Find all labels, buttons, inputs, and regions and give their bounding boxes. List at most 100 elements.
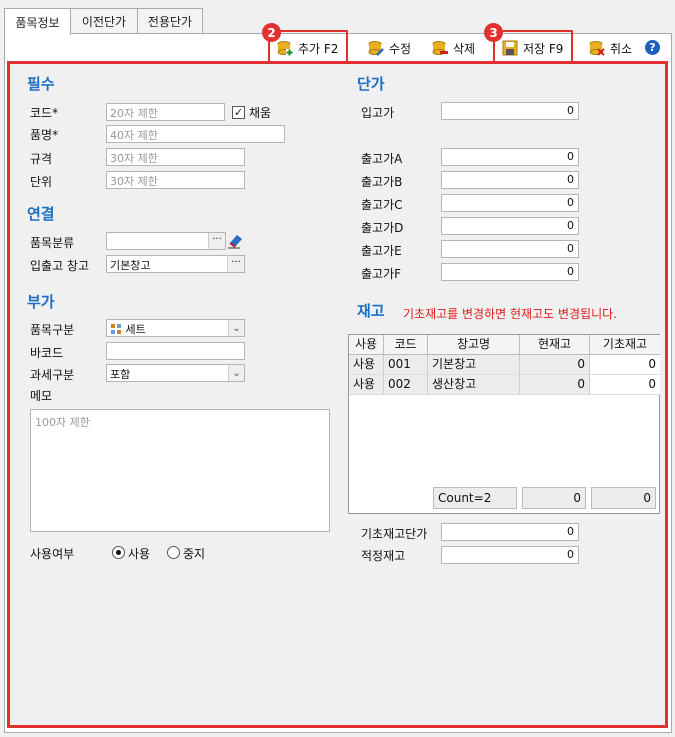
usage-label: 사용여부 <box>30 547 75 561</box>
out-price-d-input[interactable]: 0 <box>441 217 579 235</box>
name-label: 품명* <box>30 128 59 142</box>
out-price-b-input[interactable]: 0 <box>441 171 579 189</box>
proper-stock-input[interactable]: 0 <box>441 546 579 564</box>
tax-select[interactable]: 포함 ⌄ <box>106 364 245 382</box>
in-price-label: 입고가 <box>361 106 395 120</box>
cell-current: 0 <box>520 355 590 375</box>
out-price-a-label: 출고가A <box>361 152 403 166</box>
tax-label: 과세구분 <box>30 368 75 382</box>
out-price-c-input[interactable]: 0 <box>441 194 579 212</box>
footer-current-sum: 0 <box>522 487 586 509</box>
auto-fill-checkbox[interactable]: ✓ <box>232 106 245 119</box>
help-icon[interactable]: ? <box>645 40 660 55</box>
item-type-label: 품목구분 <box>30 323 75 337</box>
edit-button[interactable]: 수정 <box>368 37 411 59</box>
badge-save: 3 <box>484 23 503 42</box>
save-button[interactable]: 저장 F9 <box>502 37 563 59</box>
add-button[interactable]: 추가 F2 <box>277 37 338 59</box>
section-link-title: 연결 <box>27 205 55 223</box>
cell-base[interactable]: 0 <box>590 355 660 375</box>
base-price-label: 기초재고단가 <box>361 527 428 541</box>
cell-name: 기본창고 <box>428 355 520 375</box>
tab-item-info[interactable]: 품목정보 <box>4 8 71 35</box>
footer-base-sum: 0 <box>591 487 656 509</box>
memo-label: 메모 <box>30 389 53 403</box>
edit-db-icon <box>368 41 384 56</box>
code-label: 코드* <box>30 106 59 120</box>
set-grid-icon <box>111 324 121 334</box>
edit-label: 수정 <box>389 41 412 56</box>
barcode-label: 바코드 <box>30 346 64 360</box>
auto-fill-label: 채움 <box>249 106 272 120</box>
tab-label: 전용단가 <box>147 15 193 29</box>
delete-label: 삭제 <box>453 41 476 56</box>
spec-input[interactable]: 30자 제한 <box>106 148 245 166</box>
name-input[interactable]: 40자 제한 <box>106 125 285 143</box>
section-price-title: 단가 <box>357 75 385 93</box>
code-input[interactable]: 20자 제한 <box>106 103 225 121</box>
radio-use-label: 사용 <box>128 547 151 561</box>
footer-count: Count=2 <box>433 487 517 509</box>
item-type-value: 세트 <box>125 323 146 336</box>
add-db-icon <box>277 41 293 56</box>
delete-db-icon <box>432 41 448 55</box>
col-header-code[interactable]: 코드 <box>384 335 428 355</box>
out-price-f-label: 출고가F <box>361 267 402 281</box>
col-header-current[interactable]: 현재고 <box>520 335 590 355</box>
radio-stop-label: 중지 <box>183 547 206 561</box>
out-price-a-input[interactable]: 0 <box>441 148 579 166</box>
radio-use[interactable] <box>112 546 125 559</box>
unit-input[interactable]: 30자 제한 <box>106 171 245 189</box>
out-price-c-label: 출고가C <box>361 198 403 212</box>
base-price-input[interactable]: 0 <box>441 523 579 541</box>
stock-notice: 기초재고를 변경하면 현재고도 변경됩니다. <box>403 307 617 321</box>
col-header-base[interactable]: 기초재고 <box>590 335 660 355</box>
unit-label: 단위 <box>30 175 53 189</box>
in-price-input[interactable]: 0 <box>441 102 579 120</box>
cell-use[interactable]: 사용 <box>349 375 384 395</box>
memo-textarea[interactable]: 100자 제한 <box>30 409 330 532</box>
warehouse-browse-button[interactable]: ··· <box>227 256 244 272</box>
section-stock-title: 재고 <box>357 302 385 320</box>
col-header-name[interactable]: 창고명 <box>428 335 520 355</box>
warehouse-input[interactable]: 기본창고 <box>106 255 245 273</box>
col-header-use[interactable]: 사용 <box>349 335 384 355</box>
cancel-button[interactable]: 취소 <box>589 37 632 59</box>
cell-base[interactable]: 0 <box>590 375 660 395</box>
out-price-e-label: 출고가E <box>361 244 402 258</box>
cell-code: 002 <box>384 375 428 395</box>
proper-stock-label: 적정재고 <box>361 549 406 563</box>
save-disk-icon <box>502 40 518 56</box>
spec-label: 규격 <box>30 152 53 166</box>
out-price-f-input[interactable]: 0 <box>441 263 579 281</box>
out-price-d-label: 출고가D <box>361 221 404 235</box>
cell-current: 0 <box>520 375 590 395</box>
tab-label: 이전단가 <box>81 15 127 29</box>
tab-previous-price[interactable]: 이전단가 <box>70 8 138 34</box>
tax-value: 포함 <box>110 368 131 381</box>
cell-name: 생산창고 <box>428 375 520 395</box>
section-required-title: 필수 <box>27 75 55 93</box>
cancel-db-icon <box>589 41 605 56</box>
delete-button[interactable]: 삭제 <box>432 37 475 59</box>
cell-use[interactable]: 사용 <box>349 355 384 375</box>
cancel-label: 취소 <box>610 41 633 56</box>
save-label: 저장 F9 <box>523 41 564 56</box>
eraser-icon[interactable] <box>226 231 244 249</box>
tab-label: 품목정보 <box>15 15 60 30</box>
add-label: 추가 F2 <box>298 41 339 56</box>
warehouse-label: 입출고 창고 <box>30 259 90 273</box>
category-label: 품목분류 <box>30 236 75 250</box>
barcode-input[interactable] <box>106 342 245 360</box>
item-type-select[interactable]: 세트 ⌄ <box>106 319 245 337</box>
chevron-down-icon[interactable]: ⌄ <box>228 365 244 381</box>
section-extra-title: 부가 <box>27 293 55 311</box>
out-price-b-label: 출고가B <box>361 175 403 189</box>
chevron-down-icon[interactable]: ⌄ <box>228 320 244 336</box>
tab-exclusive-price[interactable]: 전용단가 <box>137 8 203 34</box>
radio-stop[interactable] <box>167 546 180 559</box>
cell-code: 001 <box>384 355 428 375</box>
category-browse-button[interactable]: ··· <box>208 233 225 249</box>
stock-grid[interactable]: 사용 코드 창고명 현재고 기초재고 사용 001 기본창고 0 0 사용 00… <box>348 334 660 514</box>
out-price-e-input[interactable]: 0 <box>441 240 579 258</box>
